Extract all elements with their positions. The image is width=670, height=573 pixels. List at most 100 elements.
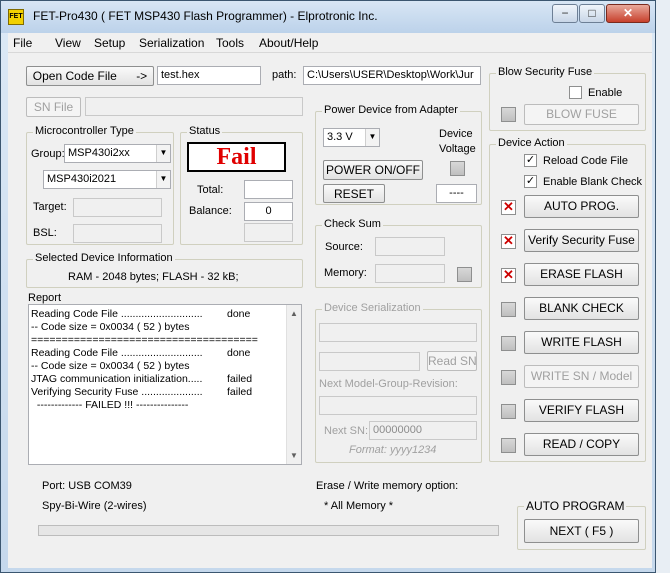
menu-bar: File View Setup Serialization Tools Abou…: [8, 33, 652, 53]
scroll-down-icon[interactable]: ▼: [287, 451, 301, 460]
total-field: [244, 180, 293, 199]
desktop-background-fragment: [656, 0, 670, 573]
menu-serialization[interactable]: Serialization: [139, 36, 204, 50]
action-indicator: [501, 336, 516, 351]
blank-check-button[interactable]: BLANK CHECK: [524, 297, 639, 320]
auto-prog-button[interactable]: AUTO PROG.: [524, 195, 639, 218]
group-select[interactable]: MSP430i2xx ▼: [64, 144, 171, 163]
maximize-button[interactable]: □: [579, 4, 605, 23]
device-info-text: RAM - 2048 bytes; FLASH - 32 kB;: [68, 271, 239, 283]
report-line: -- Code size = 0x0034 ( 52 ) bytes: [31, 321, 190, 333]
action-indicator: [501, 438, 516, 453]
blow-fuse-indicator: [501, 107, 516, 122]
blow-fuse-button[interactable]: BLOW FUSE: [524, 104, 639, 125]
report-line: ------------- FAILED !!! ---------------: [31, 399, 189, 411]
erase-option-label: Erase / Write memory option:: [316, 480, 459, 492]
open-code-file-button[interactable]: Open Code File ->: [26, 66, 154, 86]
open-code-file-label: Open Code File: [32, 69, 117, 83]
chevron-down-icon: ▼: [365, 129, 379, 146]
code-file-path: C:\Users\USER\Desktop\Work\Jur: [303, 66, 481, 85]
failed-x-icon: ✕: [501, 234, 516, 249]
write-sn-model-button[interactable]: WRITE SN / Model: [524, 365, 639, 388]
serialization-field-2: [319, 352, 420, 371]
memory-field: [375, 264, 445, 283]
verify-security-fuse-button[interactable]: Verify Security Fuse: [524, 229, 639, 252]
report-line-status: failed: [227, 386, 253, 398]
menu-tools[interactable]: Tools: [216, 36, 244, 50]
progress-bar: [38, 525, 499, 536]
power-device-title: Power Device from Adapter: [322, 104, 460, 116]
chevron-down-icon: ▼: [156, 171, 170, 188]
source-label: Source:: [325, 241, 363, 253]
app-logo-icon: FET: [8, 9, 24, 25]
voltage-select-value: 3.3 V: [327, 131, 353, 143]
sn-file-button[interactable]: SN File: [26, 97, 81, 117]
next-sn-label: Next SN:: [324, 425, 369, 437]
write-flash-button[interactable]: WRITE FLASH: [524, 331, 639, 354]
port-label: Port: USB COM39: [42, 480, 132, 492]
report-line-status: done: [227, 347, 251, 359]
source-field: [375, 237, 445, 256]
enable-fuse-label: Enable: [588, 87, 623, 99]
group-select-value: MSP430i2xx: [68, 147, 130, 159]
device-action-title: Device Action: [496, 137, 567, 149]
balance-field: 0: [244, 202, 293, 221]
scroll-up-icon[interactable]: ▲: [287, 309, 301, 318]
menu-view[interactable]: View: [55, 36, 81, 50]
report-line: Reading Code File ......................…: [31, 308, 203, 320]
report-line: Verifying Security Fuse ................…: [31, 386, 203, 398]
enable-blank-check-label: Enable Blank Check: [543, 176, 643, 188]
title-bar[interactable]: FET FET-Pro430 ( FET MSP430 Flash Progra…: [1, 1, 655, 33]
read-copy-button[interactable]: READ / COPY: [524, 433, 639, 456]
reset-button[interactable]: RESET: [323, 184, 385, 203]
path-label: path:: [272, 69, 297, 81]
report-line-status: failed: [227, 373, 253, 385]
balance-label: Balance:: [189, 205, 232, 217]
failed-x-icon: ✕: [501, 268, 516, 283]
status-result-badge: Fail: [187, 142, 286, 172]
auto-program-title: AUTO PROGRAM: [524, 499, 627, 513]
report-scrollbar[interactable]: ▲ ▼: [286, 305, 301, 464]
bsl-label: BSL:: [33, 227, 57, 239]
read-sn-button[interactable]: Read SN: [427, 351, 477, 371]
device-info-title: Selected Device Information: [33, 252, 175, 264]
voltage-select[interactable]: 3.3 V ▼: [323, 128, 380, 147]
device-select[interactable]: MSP430i2021 ▼: [43, 170, 171, 189]
target-label: Target:: [33, 201, 67, 213]
format-label: Format: yyyy1234: [349, 444, 437, 456]
enable-fuse-checkbox[interactable]: [569, 86, 582, 99]
minimize-button[interactable]: −: [552, 4, 578, 23]
sn-file-path: [85, 97, 303, 116]
group-label: Group:: [31, 148, 65, 160]
status-title: Status: [187, 125, 223, 137]
code-file-name: test.hex: [157, 66, 261, 85]
main-panel: Open Code File -> test.hex path: C:\User…: [8, 53, 652, 568]
enable-blank-check-checkbox[interactable]: ✓: [524, 175, 537, 188]
reload-code-file-checkbox[interactable]: ✓: [524, 154, 537, 167]
menu-about-help[interactable]: About/Help: [259, 36, 318, 50]
device-voltage-label-1: Device: [439, 128, 473, 140]
status-extra-field: [244, 223, 293, 242]
window-title: FET-Pro430 ( FET MSP430 Flash Programmer…: [33, 9, 378, 23]
menu-file[interactable]: File: [13, 36, 32, 50]
security-fuse-title: Blow Security Fuse: [496, 66, 595, 78]
target-field: [73, 198, 162, 217]
power-on-off-button[interactable]: POWER ON/OFF: [323, 160, 423, 180]
model-group-revision-field: [319, 396, 477, 415]
erase-flash-button[interactable]: ERASE FLASH: [524, 263, 639, 286]
model-group-revision-label: Next Model-Group-Revision:: [319, 378, 458, 390]
report-log[interactable]: Reading Code File ......................…: [28, 304, 302, 465]
next-f5-button[interactable]: NEXT ( F5 ): [524, 519, 639, 543]
menu-setup[interactable]: Setup: [94, 36, 125, 50]
port-mode-label: Spy-Bi-Wire (2-wires): [42, 500, 147, 512]
report-line-status: done: [227, 308, 251, 320]
checksum-indicator: [457, 267, 472, 282]
action-indicator: [501, 404, 516, 419]
report-line: -- Code size = 0x0034 ( 52 ) bytes: [31, 360, 190, 372]
verify-flash-button[interactable]: VERIFY FLASH: [524, 399, 639, 422]
bsl-field: [73, 224, 162, 243]
action-indicator: [501, 370, 516, 385]
close-button[interactable]: ✕: [606, 4, 650, 23]
report-line: JTAG communication initialization.....: [31, 373, 203, 385]
reload-code-file-label: Reload Code File: [543, 155, 628, 167]
